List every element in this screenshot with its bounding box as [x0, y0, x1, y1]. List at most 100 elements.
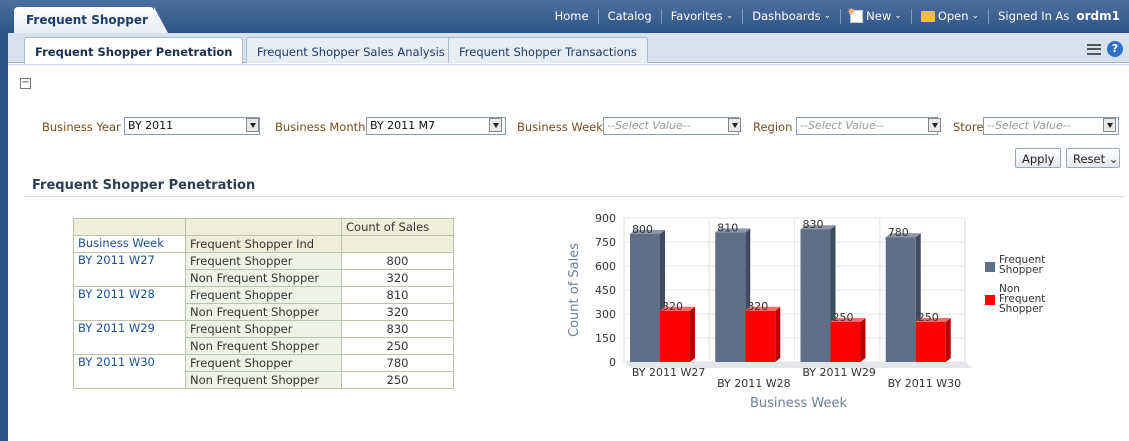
- bar-non-frequent-shopper: [830, 322, 861, 362]
- column-header-business-week[interactable]: Business Week: [73, 235, 186, 253]
- nav-open-label: Open: [937, 9, 969, 23]
- week-cell[interactable]: BY 2011 W27: [73, 252, 186, 287]
- bar-frequent-shopper: [885, 237, 916, 362]
- signed-in-label: Signed In As: [998, 9, 1070, 23]
- store-dropdown-icon[interactable]: [1103, 118, 1116, 132]
- bar-frequent-shopper: [715, 232, 746, 362]
- nav-favorites[interactable]: Favorites ⌄: [660, 9, 743, 24]
- store-select[interactable]: --Select Value--: [983, 117, 1119, 135]
- business-year-label: Business Year: [42, 120, 121, 134]
- nav-new-label: New: [866, 9, 892, 23]
- value-cell: 830: [341, 320, 454, 338]
- y-tick-label: 0: [609, 356, 616, 369]
- y-axis-label: Count of Sales: [567, 243, 582, 337]
- x-tick-label: BY 2011 W30: [888, 377, 962, 390]
- indicator-cell: Frequent Shopper: [185, 252, 342, 270]
- indicator-cell: Non Frequent Shopper: [185, 303, 342, 321]
- indicator-cell: Non Frequent Shopper: [185, 371, 342, 389]
- business-year-dropdown-icon[interactable]: [246, 118, 259, 132]
- data-label: 800: [632, 223, 653, 236]
- nav-new[interactable]: New⌄: [840, 5, 911, 24]
- user-menu[interactable]: ordm1: [1076, 9, 1120, 24]
- tab-frequent-shopper-penetration[interactable]: Frequent Shopper Penetration: [24, 37, 244, 64]
- y-tick-label: 300: [595, 308, 616, 321]
- data-label: 780: [888, 226, 909, 239]
- tab-frequent-shopper-transactions[interactable]: Frequent Shopper Transactions: [448, 37, 648, 63]
- chevron-down-icon: ⌄: [823, 11, 832, 21]
- nav-home[interactable]: Home: [546, 9, 598, 24]
- indicator-cell: Frequent Shopper: [185, 286, 342, 304]
- data-label: 830: [803, 218, 824, 231]
- top-bar: Frequent Shopper Home Catalog Favorites ⌄…: [0, 0, 1129, 33]
- indicator-cell: Non Frequent Shopper: [185, 337, 342, 355]
- chevron-down-icon: ⌄: [1108, 152, 1119, 166]
- table-header-empty: [341, 235, 454, 253]
- penetration-bar-chart: 0 150 300 450 600 750 900 Count of Sales 800 320 B…: [567, 212, 1045, 411]
- business-month-select[interactable]: BY 2011 M7: [366, 117, 506, 135]
- page-tabs: Frequent Shopper Penetration Frequent Sh…: [0, 33, 1129, 64]
- y-tick-label: 150: [595, 332, 616, 345]
- y-tick-label: 900: [595, 212, 616, 225]
- y-tick-label: 750: [595, 236, 616, 249]
- tab-frequent-shopper-sales-analysis[interactable]: Frequent Shopper Sales Analysis: [246, 37, 456, 63]
- help-icon[interactable]: ?: [1107, 41, 1123, 57]
- data-label: 250: [918, 311, 939, 324]
- global-nav: Home Catalog Favorites⌄ Dashboards⌄ New⌄…: [546, 0, 1129, 33]
- nav-home-label: Home: [554, 9, 589, 23]
- table-corner: [185, 218, 342, 236]
- business-week-select[interactable]: --Select Value--: [603, 117, 739, 135]
- collapse-section-icon[interactable]: −: [20, 78, 31, 89]
- business-week-label: Business Week: [517, 120, 603, 134]
- business-year-select[interactable]: BY 2011: [124, 117, 260, 135]
- value-cell: 250: [341, 371, 454, 389]
- value-cell: 320: [341, 303, 454, 321]
- left-border: [0, 33, 8, 441]
- y-tick-label: 600: [595, 260, 616, 273]
- nav-catalog-label: Catalog: [607, 9, 652, 23]
- value-cell: 250: [341, 337, 454, 355]
- table-row: BY 2011 W27 Frequent Shopper 800: [73, 252, 454, 287]
- table-row: BY 2011 W28 Frequent Shopper 810: [73, 286, 454, 321]
- bar-side: [690, 306, 695, 362]
- data-label: 810: [717, 221, 738, 234]
- new-document-icon: [847, 5, 864, 23]
- indicator-cell: Frequent Shopper: [185, 354, 342, 372]
- week-cell[interactable]: BY 2011 W30: [73, 354, 186, 389]
- section-title: Frequent Shopper Penetration: [32, 178, 256, 193]
- dashboard-tab[interactable]: Frequent Shopper: [14, 7, 168, 33]
- business-month-dropdown-icon[interactable]: [489, 118, 502, 132]
- x-tick-label: BY 2011 W28: [717, 377, 791, 390]
- business-week-dropdown-icon[interactable]: [728, 118, 741, 132]
- value-cell: 780: [341, 354, 454, 372]
- region-dropdown-icon[interactable]: [928, 118, 941, 132]
- penetration-table: Count of Sales Business Week Frequent Sh…: [73, 218, 454, 389]
- x-tick-label: BY 2011 W27: [632, 366, 706, 379]
- legend-swatch-non-frequent: [985, 295, 995, 305]
- column-header-frequent-shopper-ind: Frequent Shopper Ind: [185, 235, 342, 253]
- legend-label: Shopper: [999, 264, 1044, 276]
- value-cell: 810: [341, 286, 454, 304]
- signed-in-info: Signed In As ordm1: [988, 9, 1129, 24]
- reset-button[interactable]: Reset ⌄: [1066, 148, 1120, 168]
- nav-catalog[interactable]: Catalog: [597, 9, 661, 24]
- bar-frequent-shopper: [630, 234, 660, 362]
- chevron-down-icon: ⌄: [894, 11, 902, 21]
- apply-button[interactable]: Apply: [1015, 148, 1062, 168]
- bar-side: [775, 306, 781, 362]
- page-options-icon[interactable]: [1087, 43, 1101, 55]
- table-corner: [73, 218, 186, 236]
- nav-dashboards-label: Dashboards: [752, 9, 821, 23]
- measure-header: Count of Sales: [341, 218, 454, 236]
- chevron-down-icon: ⌄: [725, 11, 734, 21]
- nav-open[interactable]: Open ⌄: [910, 9, 988, 24]
- region-label: Region: [753, 120, 793, 134]
- table-row: BY 2011 W30 Frequent Shopper 780: [73, 354, 454, 389]
- business-month-label: Business Month: [275, 120, 366, 134]
- dashboard-prompts: Business Year BY 2011 Business Month BY …: [0, 116, 1129, 138]
- reset-button-label: Reset: [1073, 152, 1106, 166]
- week-cell[interactable]: BY 2011 W29: [73, 320, 186, 355]
- region-select[interactable]: --Select Value--: [796, 117, 938, 135]
- nav-dashboards[interactable]: Dashboards ⌄: [742, 9, 840, 24]
- data-label: 320: [662, 300, 683, 313]
- week-cell[interactable]: BY 2011 W28: [73, 286, 186, 321]
